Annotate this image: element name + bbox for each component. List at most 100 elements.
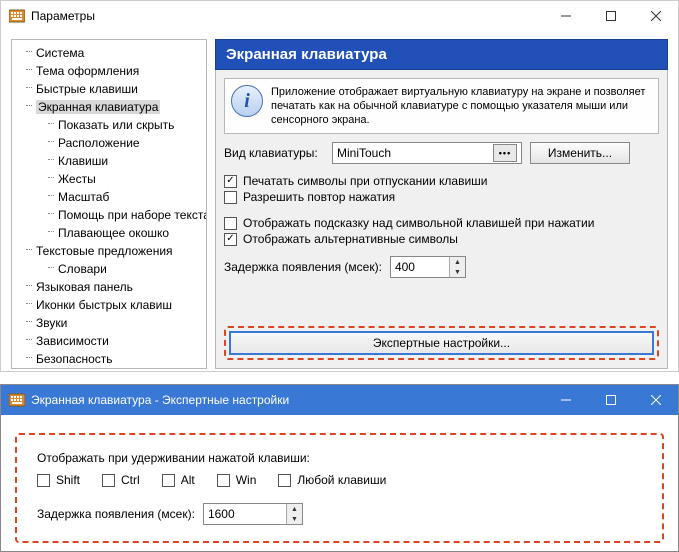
tree-item[interactable]: Словари [14, 260, 204, 278]
keyboard-type-label: Вид клавиатуры: [224, 146, 324, 160]
info-box: i Приложение отображает виртуальную клав… [224, 78, 659, 134]
tree-item[interactable]: Жесты [14, 170, 204, 188]
delay-spinner[interactable]: 400 ▲ ▼ [390, 256, 466, 278]
delay-value: 400 [391, 257, 449, 277]
checkbox-win[interactable]: Win [217, 473, 257, 487]
tree-item[interactable]: Расположение [14, 134, 204, 152]
tree-item-label: Словари [58, 262, 107, 276]
checkbox-icon [224, 175, 237, 188]
window-title: Параметры [31, 9, 543, 23]
content-header: Экранная клавиатура [215, 39, 668, 70]
close-button[interactable] [633, 385, 678, 415]
tree-item-label: Расположение [58, 136, 140, 150]
tree-item[interactable]: Плавающее окошко [14, 224, 204, 242]
checkbox-label: Отображать подсказку над символьной клав… [243, 216, 594, 230]
checkbox-icon [224, 233, 237, 246]
tree-item-label: Плавающее окошко [58, 226, 169, 240]
spinner-up-icon[interactable]: ▲ [287, 504, 302, 514]
delay-label: Задержка появления (мсек): [37, 507, 195, 521]
checkbox-icon [217, 474, 230, 487]
tree-item-label: Звуки [36, 316, 67, 330]
tree-item-label: Быстрые клавиши [36, 82, 138, 96]
tree-item[interactable]: Помощь при наборе текста [14, 206, 204, 224]
tree-item-label: Жесты [58, 172, 96, 186]
spinner-down-icon[interactable]: ▼ [450, 267, 465, 277]
info-icon: i [231, 85, 263, 117]
tree-item-label: Показать или скрыть [58, 118, 174, 132]
checkbox-alt[interactable]: Alt [162, 473, 195, 487]
window-title: Экранная клавиатура - Экспертные настрой… [31, 393, 543, 407]
checkbox-label: Shift [56, 473, 80, 487]
checkbox-any-key[interactable]: Любой клавиши [278, 473, 386, 487]
tree-item[interactable]: Клавиши [14, 152, 204, 170]
spinner-down-icon[interactable]: ▼ [287, 514, 302, 524]
delay-spinner[interactable]: 1600 ▲ ▼ [203, 503, 303, 525]
checkbox-icon [102, 474, 115, 487]
checkbox-ctrl[interactable]: Ctrl [102, 473, 140, 487]
close-button[interactable] [633, 1, 678, 31]
tree-item[interactable]: Показать или скрыть [14, 116, 204, 134]
change-button[interactable]: Изменить... [530, 142, 630, 164]
tree-item-label: Иконки быстрых клавиш [36, 298, 172, 312]
tree-item[interactable]: Текстовые предложения [14, 242, 204, 260]
info-text: Приложение отображает виртуальную клавиа… [271, 85, 652, 127]
maximize-button[interactable] [588, 385, 633, 415]
checkbox-label: Разрешить повтор нажатия [243, 190, 395, 204]
minimize-button[interactable] [543, 1, 588, 31]
tree-item[interactable]: Прочие настройки [14, 368, 204, 369]
expert-highlight-frame: Отображать при удерживании нажатой клави… [15, 433, 664, 543]
checkbox-icon [37, 474, 50, 487]
checkbox-label: Ctrl [121, 473, 140, 487]
checkbox-label: Alt [181, 473, 195, 487]
maximize-button[interactable] [588, 1, 633, 31]
tree-item[interactable]: Экранная клавиатура [14, 98, 204, 116]
tree-item-label: Языковая панель [36, 280, 133, 294]
checkbox-print-on-release[interactable]: Печатать символы при отпускании клавиши [224, 174, 659, 188]
tree-item[interactable]: Быстрые клавиши [14, 80, 204, 98]
tree-item-label: Масштаб [58, 190, 109, 204]
checkbox-label: Отображать альтернативные символы [243, 232, 458, 246]
checkbox-shift[interactable]: Shift [37, 473, 80, 487]
keyboard-type-field[interactable]: MiniTouch ••• [332, 142, 522, 164]
app-icon [9, 8, 25, 24]
delay-label: Задержка появления (мсек): [224, 260, 382, 274]
checkbox-label: Печатать символы при отпускании клавиши [243, 174, 487, 188]
tree-item[interactable]: Иконки быстрых клавиш [14, 296, 204, 314]
checkbox-icon [224, 217, 237, 230]
spinner-up-icon[interactable]: ▲ [450, 257, 465, 267]
checkbox-icon [224, 191, 237, 204]
change-button-label: Изменить... [548, 146, 612, 160]
checkbox-label: Win [236, 473, 257, 487]
checkbox-icon [162, 474, 175, 487]
tree-item-label: Помощь при наборе текста [58, 208, 207, 222]
tree-item[interactable]: Языковая панель [14, 278, 204, 296]
expert-settings-label: Экспертные настройки... [373, 336, 510, 350]
expert-settings-button[interactable]: Экспертные настройки... [229, 331, 654, 355]
minimize-button[interactable] [543, 385, 588, 415]
tree-item-label: Тема оформления [36, 64, 139, 78]
tree-item[interactable]: Тема оформления [14, 62, 204, 80]
expert-highlight: Экспертные настройки... [224, 326, 659, 360]
tree-item-label: Текстовые предложения [36, 244, 173, 258]
settings-tree[interactable]: Система Тема оформления Быстрые клавиши Экр… [11, 39, 207, 369]
checkbox-icon [278, 474, 291, 487]
expert-heading: Отображать при удерживании нажатой клави… [37, 451, 642, 465]
tree-item-label: Система [36, 46, 84, 60]
tree-item-label: Экранная клавиатура [36, 100, 160, 114]
tree-item-label: Зависимости [36, 334, 109, 348]
tree-item[interactable]: Зависимости [14, 332, 204, 350]
tree-item[interactable]: Система [14, 44, 204, 62]
tree-item-label: Клавиши [58, 154, 108, 168]
app-icon [9, 392, 25, 408]
tree-item-label: Безопасность [36, 352, 113, 366]
checkbox-allow-repeat[interactable]: Разрешить повтор нажатия [224, 190, 659, 204]
checkbox-show-alt[interactable]: Отображать альтернативные символы [224, 232, 659, 246]
tree-item[interactable]: Звуки [14, 314, 204, 332]
checkbox-label: Любой клавиши [297, 473, 386, 487]
delay-value: 1600 [204, 504, 286, 524]
checkbox-show-hint[interactable]: Отображать подсказку над символьной клав… [224, 216, 659, 230]
browse-button[interactable]: ••• [493, 144, 517, 162]
keyboard-type-value: MiniTouch [337, 146, 489, 160]
tree-item[interactable]: Масштаб [14, 188, 204, 206]
tree-item[interactable]: Безопасность [14, 350, 204, 368]
